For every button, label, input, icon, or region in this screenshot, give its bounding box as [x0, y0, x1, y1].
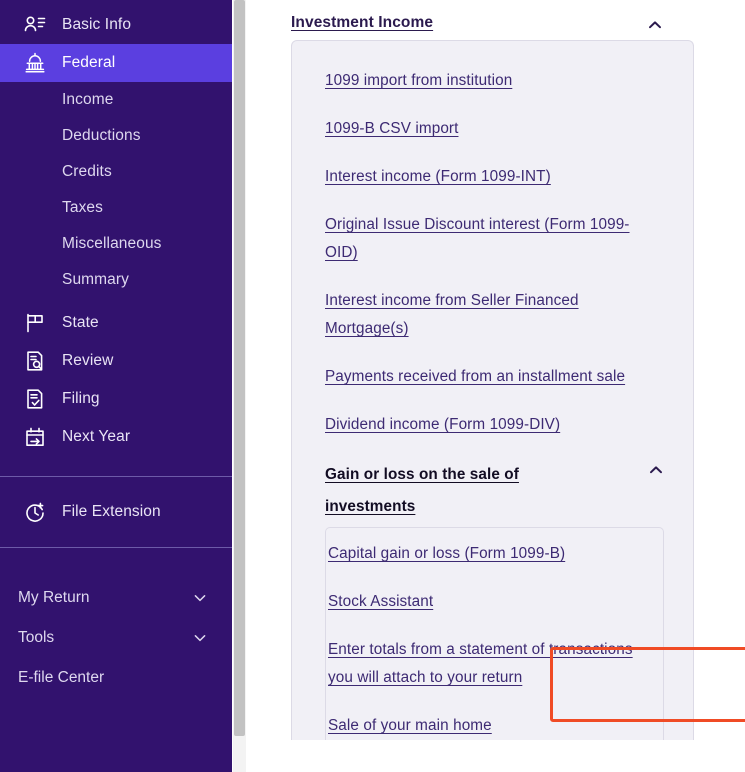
scrollbar-thumb[interactable] — [234, 0, 245, 736]
sidebar-item-label: E-file Center — [18, 669, 105, 686]
sidebar-subitem-label: Taxes — [62, 199, 103, 216]
sidebar-item-label: My Return — [18, 589, 90, 606]
sidebar-item-file-extension[interactable]: File Extension — [0, 493, 232, 531]
link-1099-import-from-institution[interactable]: 1099 import from institution — [325, 67, 657, 95]
sidebar-item-label: Federal — [62, 54, 116, 71]
sidebar-item-state[interactable]: State — [0, 304, 232, 342]
sidebar-item-tools[interactable]: Tools — [0, 620, 232, 656]
subsection-title[interactable]: Gain or loss on the sale of investments — [325, 459, 555, 523]
chevron-down-icon[interactable] — [192, 630, 208, 646]
user-card-icon — [22, 12, 48, 38]
link-payments-received-installment-sale[interactable]: Payments received from an installment sa… — [325, 363, 657, 391]
sidebar-item-label: Tools — [18, 629, 55, 646]
main-content: Investment Income 1099 import from insti… — [232, 0, 745, 772]
sidebar-item-basic-info[interactable]: Basic Info — [0, 6, 232, 44]
investment-income-card: 1099 import from institution 1099-B CSV … — [291, 40, 694, 740]
gain-or-loss-subsection-header: Gain or loss on the sale of investments — [325, 459, 665, 523]
primary-sidebar: Basic Info Federal Income Deductions Cre… — [0, 0, 232, 772]
sidebar-item-my-return[interactable]: My Return — [0, 580, 232, 616]
link-capital-gain-or-loss-1099-b[interactable]: Capital gain or loss (Form 1099-B) — [328, 540, 658, 568]
link-enter-totals-from-statement-of-transactions[interactable]: Enter totals from a statement of transac… — [328, 636, 658, 692]
page-title[interactable]: Investment Income — [291, 14, 433, 32]
sidebar-subitem-label: Deductions — [62, 127, 141, 144]
sidebar-item-review[interactable]: Review — [0, 342, 232, 380]
clock-plus-icon — [22, 499, 48, 525]
chevron-up-icon[interactable] — [646, 16, 664, 34]
document-check-icon — [22, 386, 48, 412]
sidebar-subitem-deductions[interactable]: Deductions — [0, 118, 232, 154]
sidebar-subitem-income[interactable]: Income — [0, 82, 232, 118]
link-interest-income-seller-financed-mortgage[interactable]: Interest income from Seller Financed Mor… — [325, 287, 657, 343]
sidebar-item-label: Basic Info — [62, 16, 132, 33]
sidebar-item-next-year[interactable]: Next Year — [0, 418, 232, 456]
flag-icon — [22, 310, 48, 336]
sidebar-item-label: Filing — [62, 390, 100, 407]
gain-or-loss-card: Capital gain or loss (Form 1099-B) Stock… — [325, 527, 664, 740]
link-sale-of-your-main-home[interactable]: Sale of your main home — [328, 712, 658, 740]
link-1099b-csv-import[interactable]: 1099-B CSV import — [325, 115, 657, 143]
sidebar-subitem-label: Summary — [62, 271, 130, 288]
sidebar-subitem-credits[interactable]: Credits — [0, 154, 232, 190]
chevron-up-icon[interactable] — [647, 461, 665, 479]
sidebar-subitem-label: Income — [62, 91, 114, 108]
document-search-icon — [22, 348, 48, 374]
sidebar-item-efile-center[interactable]: E-file Center — [0, 660, 232, 696]
sidebar-item-label: File Extension — [62, 503, 161, 520]
sidebar-subitem-label: Credits — [62, 163, 112, 180]
sidebar-item-label: Next Year — [62, 428, 131, 445]
capitol-building-icon — [22, 50, 48, 76]
sidebar-item-federal[interactable]: Federal — [0, 44, 232, 82]
calendar-arrow-icon — [22, 424, 48, 450]
sidebar-scrollbar[interactable] — [233, 0, 246, 772]
investment-income-header: Investment Income — [291, 0, 700, 34]
sidebar-subitem-summary[interactable]: Summary — [0, 262, 232, 298]
link-original-issue-discount-1099-oid[interactable]: Original Issue Discount interest (Form 1… — [325, 211, 657, 267]
application-window: Basic Info Federal Income Deductions Cre… — [0, 0, 745, 772]
link-interest-income-1099-int[interactable]: Interest income (Form 1099-INT) — [325, 163, 657, 191]
sidebar-item-label: State — [62, 314, 99, 331]
sidebar-subitem-label: Miscellaneous — [62, 235, 162, 252]
sidebar-item-filing[interactable]: Filing — [0, 380, 232, 418]
sidebar-subitem-taxes[interactable]: Taxes — [0, 190, 232, 226]
link-stock-assistant[interactable]: Stock Assistant — [328, 588, 658, 616]
link-dividend-income-1099-div[interactable]: Dividend income (Form 1099-DIV) — [325, 411, 657, 439]
chevron-down-icon[interactable] — [192, 590, 208, 606]
sidebar-subitem-miscellaneous[interactable]: Miscellaneous — [0, 226, 232, 262]
sidebar-item-label: Review — [62, 352, 114, 369]
